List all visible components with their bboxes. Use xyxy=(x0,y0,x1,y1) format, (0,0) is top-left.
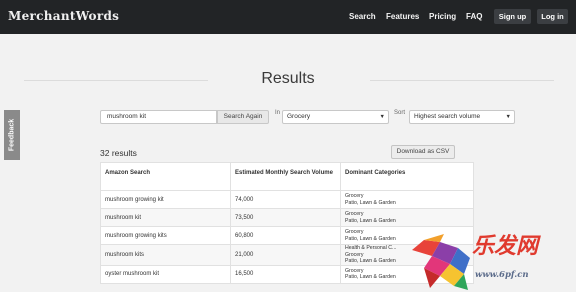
search-again-button[interactable]: Search Again xyxy=(217,110,269,124)
nav-faq-link[interactable]: FAQ xyxy=(466,12,482,21)
chevron-down-icon: ▼ xyxy=(379,114,385,120)
table-row: mushroom growing kit 74,000 Grocery Pati… xyxy=(100,190,474,209)
category-label: Patio, Lawn & Garden xyxy=(345,217,396,224)
search-term-cell[interactable]: oyster mushroom kit xyxy=(100,264,231,284)
sort-select[interactable]: Highest search volume ▼ xyxy=(409,110,515,124)
category-select-value: Grocery xyxy=(287,113,311,120)
search-term-cell[interactable]: mushroom kit xyxy=(100,208,231,227)
results-count: 32 results xyxy=(100,148,137,158)
categories-cell: Grocery Patio, Lawn & Garden xyxy=(340,190,474,209)
merchantwords-logo[interactable]: MerchantWords xyxy=(8,9,119,23)
sign-up-button[interactable]: Sign up xyxy=(494,9,531,24)
chevron-down-icon: ▼ xyxy=(505,114,511,120)
table-header-row: Amazon Search Estimated Monthly Search V… xyxy=(100,162,474,191)
search-term-cell[interactable]: mushroom growing kits xyxy=(100,226,231,245)
nav-search-link[interactable]: Search xyxy=(349,12,376,21)
top-navigation-bar: MerchantWords Search Features Pricing FA… xyxy=(0,0,576,34)
log-in-button[interactable]: Log in xyxy=(537,9,568,24)
page-title: Results xyxy=(261,70,315,87)
table-row: mushroom kit 73,500 Grocery Patio, Lawn … xyxy=(100,208,474,227)
category-label: Patio, Lawn & Garden xyxy=(345,199,396,206)
search-volume-cell: 16,500 xyxy=(230,264,341,284)
column-header-amazon-search[interactable]: Amazon Search xyxy=(100,162,231,191)
feedback-tab[interactable]: Feedback xyxy=(4,110,20,160)
category-select[interactable]: Grocery ▼ xyxy=(282,110,389,124)
search-volume-cell: 60,800 xyxy=(230,226,341,245)
search-input[interactable]: mushroom kit xyxy=(100,110,217,124)
search-volume-cell: 21,000 xyxy=(230,244,341,266)
sort-label: Sort xyxy=(394,110,406,116)
column-header-dominant-categories[interactable]: Dominant Categories xyxy=(340,162,474,191)
search-volume-cell: 73,500 xyxy=(230,208,341,227)
search-volume-cell: 74,000 xyxy=(230,190,341,209)
in-label: In xyxy=(275,110,281,116)
watermark-text: 乐发网 xyxy=(472,234,539,259)
feedback-tab-label: Feedback xyxy=(8,118,16,152)
categories-cell: Grocery Patio, Lawn & Garden xyxy=(340,208,474,227)
nav-pricing-link[interactable]: Pricing xyxy=(429,12,456,21)
column-header-search-volume[interactable]: Estimated Monthly Search Volume xyxy=(230,162,341,191)
download-csv-button[interactable]: Download as CSV xyxy=(391,145,455,159)
watermark-url: www.6pf.cn xyxy=(475,270,529,280)
nav-features-link[interactable]: Features xyxy=(386,12,419,21)
search-term-cell[interactable]: mushroom kits xyxy=(100,244,231,266)
sort-select-value: Highest search volume xyxy=(414,113,481,120)
search-term-cell[interactable]: mushroom growing kit xyxy=(100,190,231,209)
